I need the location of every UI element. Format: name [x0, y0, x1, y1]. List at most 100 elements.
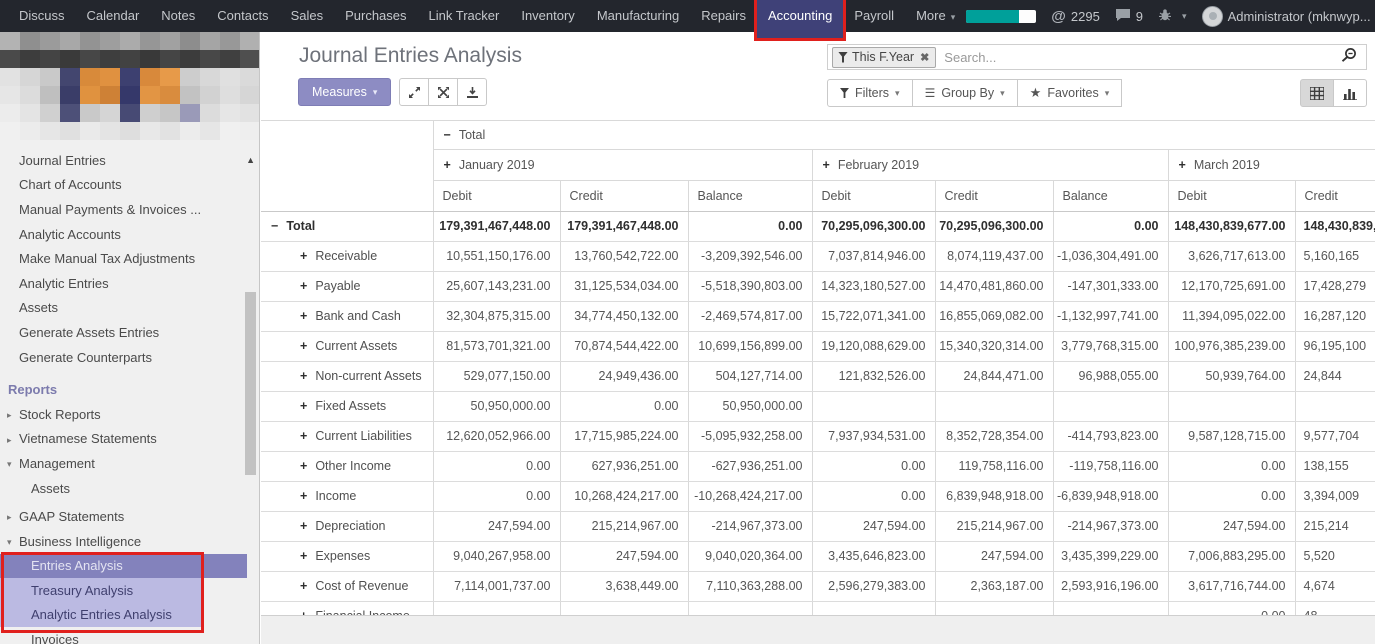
- sidebar-item-generate-assets-entries[interactable]: Generate Assets Entries: [0, 320, 259, 345]
- pivot-row-bank-and-cash[interactable]: +Bank and Cash: [261, 302, 433, 332]
- search-input[interactable]: This F.Year ✖ Search...: [827, 44, 1367, 70]
- debug-menu[interactable]: ▾: [1158, 8, 1187, 25]
- pivot-view-button[interactable]: [1300, 79, 1334, 107]
- pivot-cell: 32,304,875,315.00: [433, 302, 560, 332]
- sidebar-scroll-up-icon[interactable]: ▲: [246, 155, 255, 165]
- sidebar-item-management[interactable]: ▾Management: [0, 451, 259, 476]
- pivot-row-receivable[interactable]: +Receivable: [261, 242, 433, 272]
- sidebar-item-vietnamese-statements[interactable]: ▸Vietnamese Statements: [0, 427, 259, 452]
- sidebar-item-invoices[interactable]: Invoices: [0, 627, 259, 644]
- pivot-row-fixed-assets[interactable]: +Fixed Assets: [261, 392, 433, 422]
- expand-icon[interactable]: +: [300, 369, 307, 383]
- pivot-measure-header[interactable]: Credit: [1295, 181, 1375, 212]
- pivot-measure-header[interactable]: Debit: [1168, 181, 1295, 212]
- expand-icon[interactable]: +: [300, 309, 307, 323]
- menu-item-repairs[interactable]: Repairs: [690, 0, 757, 32]
- pivot-row-depreciation[interactable]: +Depreciation: [261, 512, 433, 542]
- facet-remove-icon[interactable]: ✖: [919, 51, 935, 64]
- sidebar-item-analytic-entries[interactable]: Analytic Entries: [0, 271, 259, 296]
- sidebar-item-generate-counterparts[interactable]: Generate Counterparts: [0, 345, 259, 370]
- menu-item-sales[interactable]: Sales: [280, 0, 335, 32]
- chevron-right-icon[interactable]: ▸: [7, 409, 12, 422]
- menu-item-purchases[interactable]: Purchases: [334, 0, 417, 32]
- sidebar-item-business-intelligence[interactable]: ▾Business Intelligence: [0, 529, 259, 554]
- pivot-measure-header[interactable]: Credit: [935, 181, 1053, 212]
- sidebar-item-treasury-analysis[interactable]: Treasury Analysis: [0, 578, 204, 603]
- menu-item-discuss[interactable]: Discuss: [8, 0, 76, 32]
- menu-item-contacts[interactable]: Contacts: [206, 0, 279, 32]
- sidebar-item-journal-entries[interactable]: Journal Entries: [0, 148, 259, 173]
- menu-item-calendar[interactable]: Calendar: [76, 0, 151, 32]
- expand-all-button[interactable]: [399, 78, 429, 106]
- sidebar-item-make-manual-tax-adjustments[interactable]: Make Manual Tax Adjustments: [0, 246, 259, 271]
- pivot-row-payable[interactable]: +Payable: [261, 272, 433, 302]
- user-menu[interactable]: Administrator (mknwyp... ▾: [1202, 6, 1375, 27]
- sidebar-item-manual-payments-invoices[interactable]: Manual Payments & Invoices ...: [0, 197, 259, 222]
- pivot-measure-header[interactable]: Balance: [1053, 181, 1168, 212]
- pivot-row-total[interactable]: −Total: [261, 212, 433, 242]
- pivot-row-current-liabilities[interactable]: +Current Liabilities: [261, 422, 433, 452]
- pivot-row-financial-income[interactable]: +Financial Income: [261, 602, 433, 616]
- sidebar-item-assets[interactable]: Assets: [0, 296, 259, 321]
- expand-icon[interactable]: +: [1179, 158, 1186, 172]
- menu-item-notes[interactable]: Notes: [150, 0, 206, 32]
- expand-icon[interactable]: +: [300, 519, 307, 533]
- pivot-col-february-2019[interactable]: +February 2019: [812, 150, 1168, 181]
- menu-item-payroll[interactable]: Payroll: [843, 0, 905, 32]
- pivot-measure-header[interactable]: Credit: [560, 181, 688, 212]
- menu-item-accounting[interactable]: Accounting: [757, 0, 843, 38]
- expand-icon[interactable]: +: [300, 249, 307, 263]
- pivot-col-total[interactable]: −Total: [433, 121, 1375, 150]
- download-button[interactable]: [457, 78, 487, 106]
- pivot-row-income[interactable]: +Income: [261, 482, 433, 512]
- pivot-col-january-2019[interactable]: +January 2019: [433, 150, 812, 181]
- pivot-measure-header[interactable]: Debit: [812, 181, 935, 212]
- menu-item-link-tracker[interactable]: Link Tracker: [418, 0, 511, 32]
- sidebar-scrollbar[interactable]: [245, 292, 256, 475]
- chevron-right-icon[interactable]: ▸: [7, 511, 12, 524]
- expand-icon[interactable]: +: [300, 579, 307, 593]
- expand-icon[interactable]: +: [300, 549, 307, 563]
- menu-item-more[interactable]: More▾: [905, 0, 966, 32]
- sidebar-item-analytic-entries-analysis[interactable]: Analytic Entries Analysis: [0, 603, 204, 628]
- expand-icon[interactable]: +: [300, 399, 307, 413]
- pivot-row-current-assets[interactable]: +Current Assets: [261, 332, 433, 362]
- chevron-down-icon[interactable]: ▾: [7, 536, 12, 549]
- collapse-icon[interactable]: −: [444, 128, 451, 142]
- expand-icon[interactable]: +: [823, 158, 830, 172]
- pivot-measure-header[interactable]: Balance: [688, 181, 812, 212]
- sidebar-item-stock-reports[interactable]: ▸Stock Reports: [0, 402, 259, 427]
- pivot-measure-header[interactable]: Debit: [433, 181, 560, 212]
- search-icon[interactable]: [1340, 47, 1357, 68]
- sidebar-item-entries-analysis[interactable]: Entries Analysis: [0, 554, 247, 579]
- pivot-row-non-current-assets[interactable]: +Non-current Assets: [261, 362, 433, 392]
- expand-icon[interactable]: +: [300, 279, 307, 293]
- pivot-row-expenses[interactable]: +Expenses: [261, 542, 433, 572]
- expand-icon[interactable]: +: [300, 429, 307, 443]
- chevron-down-icon[interactable]: ▾: [7, 458, 12, 471]
- collapse-icon[interactable]: −: [271, 219, 278, 233]
- activities-indicator[interactable]: @ 2295: [1051, 8, 1100, 25]
- expand-icon[interactable]: +: [300, 459, 307, 473]
- pivot-row-cost-of-revenue[interactable]: +Cost of Revenue: [261, 572, 433, 602]
- measures-button[interactable]: Measures ▾: [298, 78, 391, 106]
- expand-icon[interactable]: +: [300, 489, 307, 503]
- groupby-button[interactable]: ☰ Group By ▾: [912, 79, 1018, 107]
- pivot-row-other-income[interactable]: +Other Income: [261, 452, 433, 482]
- messages-indicator[interactable]: 9: [1115, 8, 1143, 25]
- expand-icon[interactable]: +: [444, 158, 451, 172]
- sidebar-item-chart-of-accounts[interactable]: Chart of Accounts: [0, 173, 259, 198]
- sidebar-item-assets[interactable]: Assets: [0, 476, 259, 501]
- search-facet[interactable]: This F.Year ✖: [832, 47, 936, 68]
- menu-item-inventory[interactable]: Inventory: [510, 0, 585, 32]
- chevron-right-icon[interactable]: ▸: [7, 434, 12, 447]
- sidebar-item-gaap-statements[interactable]: ▸GAAP Statements: [0, 504, 259, 529]
- flip-axis-button[interactable]: [428, 78, 458, 106]
- favorites-button[interactable]: ★ Favorites ▾: [1017, 79, 1123, 107]
- filters-button[interactable]: Filters ▾: [827, 79, 913, 107]
- menu-item-manufacturing[interactable]: Manufacturing: [586, 0, 690, 32]
- expand-icon[interactable]: +: [300, 339, 307, 353]
- sidebar-item-analytic-accounts[interactable]: Analytic Accounts: [0, 222, 259, 247]
- pivot-col-march-2019[interactable]: +March 2019: [1168, 150, 1375, 181]
- chart-view-button[interactable]: [1333, 79, 1367, 107]
